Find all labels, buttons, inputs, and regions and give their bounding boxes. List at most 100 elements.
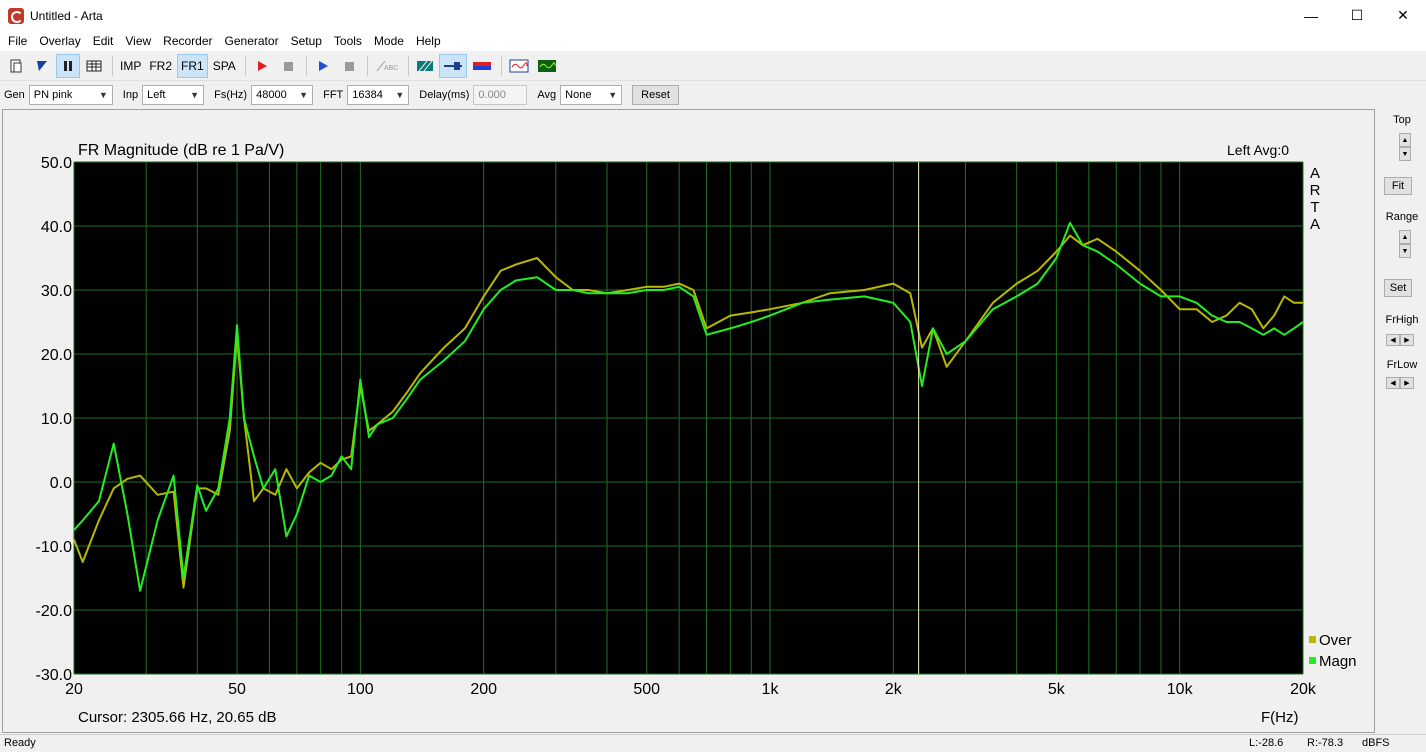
pause-icon[interactable] [56, 54, 80, 78]
fr2-mode-button[interactable]: FR2 [146, 54, 175, 78]
left-arrow-icon[interactable]: ◀ [1386, 377, 1400, 389]
right-arrow-icon[interactable]: ▶ [1400, 377, 1414, 389]
status-left-level: L:-28.6 [1249, 737, 1284, 749]
table-icon[interactable] [82, 54, 106, 78]
record-icon[interactable] [250, 54, 274, 78]
stop-icon[interactable] [276, 54, 300, 78]
spa-mode-button[interactable]: SPA [210, 54, 239, 78]
right-arrow-icon[interactable]: ▶ [1400, 334, 1414, 346]
window-title: Untitled - Arta [30, 8, 103, 23]
inp-select[interactable]: Left ▼ [142, 85, 205, 105]
inp-label: Inp [122, 89, 139, 101]
chevron-down-icon: ▼ [395, 90, 405, 100]
legend-label-magn: Magn [1319, 653, 1357, 670]
menu-recorder[interactable]: Recorder [157, 31, 218, 51]
y-tick-label: -10.0 [36, 539, 73, 556]
avg-label: Avg [537, 89, 557, 101]
menu-edit[interactable]: Edit [87, 31, 120, 51]
frhigh-spinner[interactable]: ◀ ▶ [1386, 334, 1414, 346]
fft-label: FFT [323, 89, 344, 101]
slider-icon[interactable] [438, 54, 467, 78]
top-spinner[interactable]: ▲ ▼ [1399, 133, 1411, 161]
x-tick-label: 100 [347, 681, 374, 698]
legend-swatch-magn [1309, 657, 1316, 664]
chevron-down-icon: ▼ [299, 90, 309, 100]
y-tick-label: 10.0 [41, 411, 72, 428]
menu-view[interactable]: View [119, 31, 157, 51]
minimize-button[interactable]: — [1288, 0, 1334, 31]
open-icon[interactable] [30, 54, 54, 78]
maximize-button[interactable]: ☐ [1334, 0, 1380, 31]
menu-generator[interactable]: Generator [219, 31, 285, 51]
menu-help[interactable]: Help [410, 31, 447, 51]
menu-file[interactable]: File [2, 31, 33, 51]
new-file-icon[interactable] [4, 54, 28, 78]
y-tick-label: 0.0 [50, 475, 72, 492]
menu-bar: File Overlay Edit View Recorder Generato… [0, 31, 1426, 51]
avg-select[interactable]: None ▼ [560, 85, 623, 105]
chevron-down-icon: ▼ [98, 90, 108, 100]
x-tick-label: 20k [1290, 681, 1317, 698]
play-icon[interactable] [311, 54, 335, 78]
frlow-label: FrLow [1386, 359, 1418, 371]
watermark-t: T [1310, 199, 1319, 216]
abc-icon[interactable]: ABC [372, 54, 402, 78]
menu-setup[interactable]: Setup [285, 31, 328, 51]
y-tick-labels: 50.040.030.020.010.00.0-10.0-20.0-30.0 [36, 155, 73, 684]
x-tick-label: 50 [228, 681, 246, 698]
menu-mode[interactable]: Mode [368, 31, 410, 51]
frlow-spinner[interactable]: ◀ ▶ [1386, 377, 1414, 389]
frhigh-label: FrHigh [1385, 314, 1419, 326]
redblue-icon[interactable] [469, 54, 495, 78]
watermark-r: R [1310, 182, 1321, 199]
fit-button[interactable]: Fit [1384, 177, 1412, 195]
top-label: Top [1393, 114, 1411, 126]
up-arrow-icon[interactable]: ▲ [1399, 230, 1411, 244]
delay-input[interactable]: 0.000 [473, 85, 528, 105]
reset-button[interactable]: Reset [632, 85, 679, 105]
down-arrow-icon[interactable]: ▼ [1399, 244, 1411, 258]
status-unit: dBFS [1362, 737, 1390, 749]
close-button[interactable]: ✕ [1380, 0, 1426, 31]
gen-label: Gen [4, 89, 25, 101]
channel-info: Left Avg:0 [1227, 142, 1289, 158]
cursor-readout: Cursor: 2305.66 Hz, 20.65 dB [78, 709, 276, 726]
legend-swatch-over [1309, 636, 1316, 643]
title-bar: Untitled - Arta — ☐ ✕ [0, 0, 1426, 31]
arta-app-icon [8, 7, 24, 24]
x-axis-label: F(Hz) [1261, 709, 1299, 726]
set-button[interactable]: Set [1384, 279, 1412, 297]
stop-gray-icon[interactable] [337, 54, 361, 78]
y-tick-label: -20.0 [36, 603, 73, 620]
menu-tools[interactable]: Tools [328, 31, 368, 51]
menu-overlay[interactable]: Overlay [33, 31, 86, 51]
y-tick-label: 40.0 [41, 219, 72, 236]
fr1-mode-button[interactable]: FR1 [177, 54, 208, 78]
chevron-down-icon: ▼ [190, 90, 200, 100]
gen-value: PN pink [33, 89, 73, 101]
scope-red-icon[interactable] [506, 54, 532, 78]
x-tick-label: 200 [470, 681, 497, 698]
arta-watermark: A R T A [1310, 165, 1321, 233]
chevron-down-icon: ▼ [608, 90, 618, 100]
left-arrow-icon[interactable]: ◀ [1386, 334, 1400, 346]
down-arrow-icon[interactable]: ▼ [1399, 147, 1411, 161]
svg-text:ABC: ABC [384, 65, 398, 72]
imp-mode-button[interactable]: IMP [117, 54, 144, 78]
status-ready: Ready [4, 737, 36, 749]
fs-value: 48000 [256, 89, 287, 101]
fr-magnitude-chart[interactable]: FR Magnitude (dB re 1 Pa/V) Left Avg:0 5… [3, 110, 1374, 732]
watermark-a2: A [1310, 216, 1320, 233]
plot-panel: FR Magnitude (dB re 1 Pa/V) Left Avg:0 5… [2, 109, 1375, 733]
fft-select[interactable]: 16384 ▼ [347, 85, 410, 105]
x-tick-label: 500 [633, 681, 660, 698]
y-tick-label: 50.0 [41, 155, 72, 172]
scope-green-icon[interactable] [534, 54, 560, 78]
range-spinner[interactable]: ▲ ▼ [1399, 230, 1411, 258]
up-arrow-icon[interactable]: ▲ [1399, 133, 1411, 147]
gen-select[interactable]: PN pink ▼ [28, 85, 113, 105]
fs-select[interactable]: 48000 ▼ [251, 85, 314, 105]
y-tick-label: 30.0 [41, 283, 72, 300]
hatch-icon[interactable] [413, 54, 437, 78]
legend: Over Magn [1309, 632, 1357, 670]
